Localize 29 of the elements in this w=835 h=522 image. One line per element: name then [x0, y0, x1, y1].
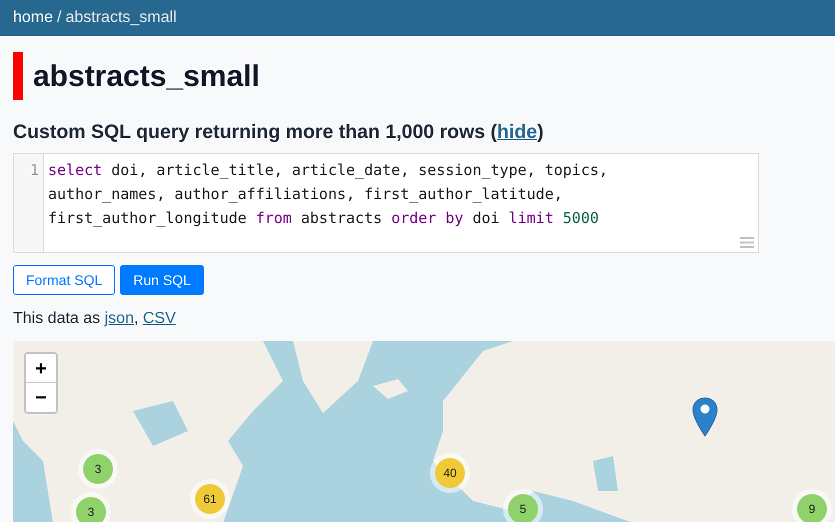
code-line: select doi, article_title, article_date, session_type, topics,: [48, 160, 608, 182]
export-links-text: This data as json, CSV: [13, 309, 177, 330]
format-sql-button[interactable]: Format SQL: [13, 265, 116, 296]
csv-link[interactable]: CSV: [142, 310, 176, 328]
run-sql-button[interactable]: Run SQL: [120, 265, 204, 296]
home-link[interactable]: home: [13, 6, 54, 30]
query-heading: Custom SQL query returning more than 1,000 rows (hide): [13, 120, 545, 145]
code-line: author_names, author_affiliations, first_author_latitude,: [48, 184, 564, 206]
hide-link[interactable]: hide: [497, 121, 538, 143]
cluster-marker[interactable]: 9: [797, 494, 827, 522]
link-separator: ,: [134, 310, 140, 328]
code-line: first_author_longitude from abstracts order by doi limit 5000: [48, 208, 600, 230]
map[interactable]: + − 3 61 40 3 5 9: [13, 341, 835, 522]
line-number: 1: [30, 160, 39, 182]
sql-editor[interactable]: 1 select doi, article_title, article_date, session_type, topics, author_names, author_affiliations, first_author_latitude, first_author_longitude from abstracts order by doi limit 5000: [13, 153, 759, 254]
breadcrumb-current: abstracts_small: [65, 8, 177, 28]
cluster-marker[interactable]: 5: [508, 494, 538, 522]
breadcrumb-separator: /: [57, 8, 62, 28]
map-pin-icon[interactable]: [692, 397, 718, 438]
resize-grip-icon[interactable]: [740, 237, 754, 248]
title-accent-bar: [13, 52, 23, 100]
zoom-in-button[interactable]: +: [26, 354, 56, 384]
json-link[interactable]: json: [104, 310, 134, 328]
page-title: abstracts_small: [33, 58, 260, 94]
cluster-marker[interactable]: 3: [83, 454, 113, 484]
zoom-out-button[interactable]: −: [26, 383, 56, 412]
cluster-marker[interactable]: 3: [76, 497, 106, 522]
cluster-marker[interactable]: 40: [435, 458, 465, 488]
cluster-marker[interactable]: 61: [195, 484, 225, 514]
